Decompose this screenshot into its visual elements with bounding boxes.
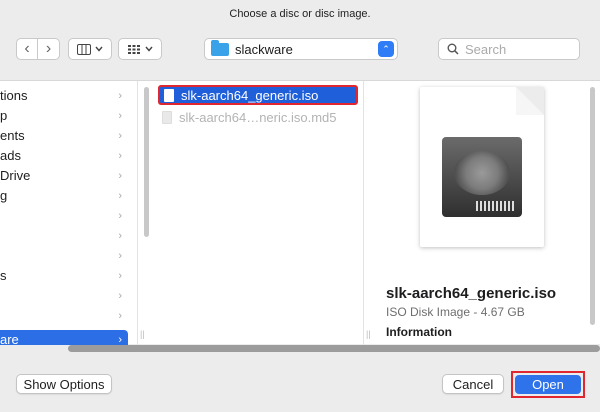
chevron-right-icon: › bbox=[118, 90, 122, 102]
column-item[interactable]: ents › bbox=[0, 126, 128, 146]
column-item[interactable]: › bbox=[0, 246, 128, 266]
hard-drive-icon bbox=[442, 137, 522, 217]
chevron-right-icon: › bbox=[118, 230, 122, 242]
chevron-right-icon: › bbox=[118, 270, 122, 282]
file-name: slk-aarch64_generic.iso bbox=[181, 87, 319, 103]
cancel-button[interactable]: Cancel bbox=[442, 374, 504, 394]
column-item[interactable]: p › bbox=[0, 106, 128, 126]
files-column: slk-aarch64_generic.iso slk-aarch64…neri… bbox=[150, 81, 364, 345]
document-icon bbox=[162, 110, 172, 124]
popup-arrows-icon: ⌃ bbox=[378, 41, 394, 57]
dialog-title: Choose a disc or disc image. bbox=[229, 8, 371, 20]
column-scrollbar[interactable] bbox=[144, 87, 149, 237]
parent-column: tions › p › ents › ads › Drive › g › › › › s › … bbox=[0, 81, 138, 345]
search-placeholder: Search bbox=[465, 41, 507, 57]
chevron-right-icon: › bbox=[118, 170, 122, 182]
show-options-button[interactable]: Show Options bbox=[16, 374, 112, 394]
chevron-down-icon bbox=[95, 46, 103, 52]
preview-file-kind: ISO Disk Image - 4.67 GB bbox=[386, 305, 525, 319]
file-row-selected[interactable]: slk-aarch64_generic.iso bbox=[158, 85, 358, 105]
chevron-right-icon: › bbox=[118, 150, 122, 162]
column-resize-handle[interactable]: || bbox=[140, 329, 145, 339]
column-item[interactable]: tions › bbox=[0, 86, 128, 106]
preview-file-name: slk-aarch64_generic.iso bbox=[386, 285, 557, 302]
chevron-right-icon: › bbox=[118, 130, 122, 142]
chevron-right-icon: › bbox=[118, 190, 122, 202]
column-item[interactable]: › bbox=[0, 226, 128, 246]
location-label: slackware bbox=[235, 41, 293, 57]
folder-icon bbox=[211, 39, 229, 56]
document-icon bbox=[164, 88, 174, 102]
column-item[interactable]: › bbox=[0, 206, 128, 226]
grid-group-icon bbox=[128, 44, 140, 54]
preview-scrollbar[interactable] bbox=[590, 87, 595, 325]
file-row[interactable]: slk-aarch64…neric.iso.md5 bbox=[158, 107, 358, 127]
preview-info-heading: Information bbox=[386, 325, 452, 339]
column-item[interactable]: ads › bbox=[0, 146, 128, 166]
location-popup[interactable]: slackware ⌃ bbox=[204, 38, 398, 60]
column-item-selected[interactable]: are › bbox=[0, 330, 128, 345]
preview-pane: slk-aarch64_generic.iso ISO Disk Image -… bbox=[364, 81, 600, 345]
toolbar: ‹ › slackware ⌃ Search bbox=[0, 38, 600, 64]
columns-view-icon bbox=[77, 43, 91, 55]
column-item[interactable]: › bbox=[0, 286, 128, 306]
file-browser: tions › p › ents › ads › Drive › g › › › › s › … bbox=[0, 80, 600, 345]
column-item[interactable]: Drive › bbox=[0, 166, 128, 186]
group-button[interactable] bbox=[118, 38, 162, 60]
forward-button[interactable]: › bbox=[38, 38, 60, 60]
chevron-right-icon: › bbox=[45, 40, 52, 57]
search-icon bbox=[447, 43, 459, 55]
chevron-down-icon bbox=[145, 46, 153, 52]
horizontal-scrollbar[interactable] bbox=[68, 345, 600, 352]
chevron-right-icon: › bbox=[118, 334, 122, 345]
chevron-right-icon: › bbox=[118, 110, 122, 122]
column-item[interactable]: g › bbox=[0, 186, 128, 206]
open-button-highlight: Open bbox=[511, 371, 585, 398]
search-field[interactable]: Search bbox=[438, 38, 580, 60]
column-item[interactable]: › bbox=[0, 306, 128, 326]
file-name: slk-aarch64…neric.iso.md5 bbox=[179, 109, 337, 125]
chevron-left-icon: ‹ bbox=[24, 40, 30, 57]
column-item[interactable]: s › bbox=[0, 266, 128, 286]
view-mode-button[interactable] bbox=[68, 38, 112, 60]
open-button[interactable]: Open bbox=[515, 375, 581, 394]
chevron-right-icon: › bbox=[118, 250, 122, 262]
back-button[interactable]: ‹ bbox=[16, 38, 38, 60]
preview-thumbnail bbox=[420, 87, 544, 247]
chevron-right-icon: › bbox=[118, 210, 122, 222]
chevron-right-icon: › bbox=[118, 310, 122, 322]
chevron-right-icon: › bbox=[118, 290, 122, 302]
